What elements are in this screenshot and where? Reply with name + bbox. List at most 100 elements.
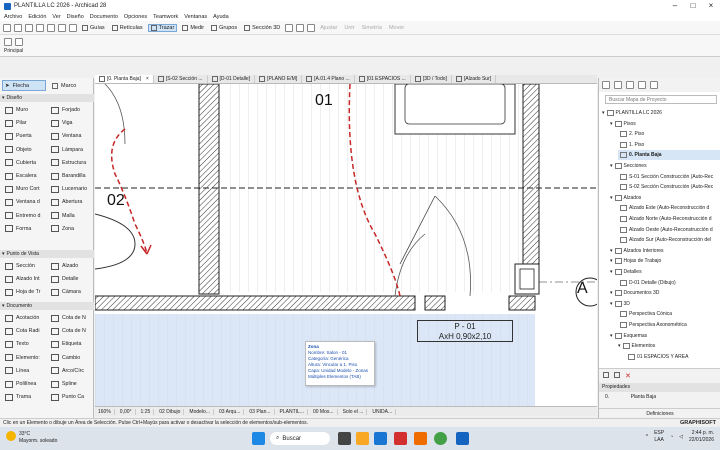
view-tab[interactable]: [S-02 Sección ...	[154, 75, 208, 83]
tool-button[interactable]: Lámpara	[48, 144, 94, 156]
room-number-01[interactable]: 01	[315, 92, 333, 110]
project-map-item[interactable]: 0. Planta Baja	[618, 150, 720, 161]
settings-icon[interactable]	[603, 372, 609, 378]
menu-opciones[interactable]: Opciones	[124, 14, 147, 20]
project-map-item[interactable]: ▾ 3D	[610, 299, 720, 309]
tool-button[interactable]: Cambio	[48, 352, 94, 364]
close-icon[interactable]: ×	[702, 0, 720, 12]
project-map-item[interactable]: ▾ PLANTILLA LC 2026	[602, 108, 720, 118]
project-map-item[interactable]: ▾ Elementos	[618, 341, 720, 351]
tool-button[interactable]: Escalera	[2, 170, 48, 182]
trazar-button[interactable]: Trazar	[147, 23, 178, 32]
tool-button[interactable]: Polilínea	[2, 378, 48, 390]
redo-icon[interactable]	[36, 23, 44, 32]
tool-button[interactable]: Cámara	[48, 286, 94, 298]
properties-header[interactable]: Propiedades	[599, 383, 720, 392]
view-setting-popup[interactable]: 160%	[95, 408, 115, 415]
room-number-02[interactable]: 02	[107, 192, 125, 210]
grupos-button[interactable]: Grupos	[209, 24, 239, 31]
view-setting-popup[interactable]: Modelo...	[186, 408, 214, 415]
project-map-item[interactable]: Perspectiva Cónica	[618, 309, 720, 319]
project-map-item[interactable]: ▾ Secciones	[610, 161, 720, 171]
wifi-icon[interactable]: ◔	[670, 434, 673, 440]
tool-button[interactable]: Puerta	[2, 130, 48, 142]
mover-button[interactable]: Mover	[387, 25, 406, 31]
menu-diseno[interactable]: Diseño	[67, 14, 84, 20]
tool-button[interactable]: Cota de N	[48, 312, 94, 324]
view-setting-popup[interactable]: 03 Plan...	[246, 408, 275, 415]
delete-icon[interactable]: ✕	[625, 372, 631, 380]
tool-button[interactable]: Entremo d	[2, 210, 48, 222]
tool-button[interactable]: Arco/Círc	[48, 365, 94, 377]
publisher-icon[interactable]	[638, 81, 646, 89]
tool-button[interactable]: Viga	[48, 117, 94, 129]
tool-button[interactable]: Alzado Int	[2, 273, 48, 285]
project-map-item[interactable]: Alzado Norte (Auto-Reconstrucción d	[618, 214, 720, 224]
flecha-tool[interactable]: ➤ Flecha	[2, 80, 46, 91]
guias-button[interactable]: Guías	[80, 24, 107, 31]
tool-button[interactable]: Cubierta	[2, 157, 48, 169]
project-map-item[interactable]: Perspectiva Axonométrica	[618, 320, 720, 330]
maximize-icon[interactable]: □	[684, 0, 702, 12]
door-tag[interactable]: P - 01 AxH 0,90x2,10	[417, 320, 513, 342]
view-plan-icon[interactable]	[296, 23, 305, 32]
tool-button[interactable]: Forma	[2, 223, 48, 235]
project-map-item[interactable]: 1. Piso	[618, 140, 720, 150]
view-setting-popup[interactable]: Solo el ...	[340, 408, 368, 415]
standard-icon[interactable]	[4, 38, 12, 46]
tool-button[interactable]: Muro Cort	[2, 183, 48, 195]
weather-widget[interactable]: 33°C Mayorm. soleado	[6, 431, 57, 445]
project-map-item[interactable]: S-02 Sección Construcción (Auto-Rec	[618, 182, 720, 192]
layer-icon[interactable]	[69, 23, 77, 32]
language-indicator[interactable]: ESP LAA	[654, 430, 664, 444]
tool-button[interactable]: Texto	[2, 338, 48, 350]
view-setting-popup[interactable]: 02 Dibujo	[156, 408, 185, 415]
task-view-icon[interactable]	[338, 432, 351, 445]
tool-button[interactable]: Hoja de Tr	[2, 286, 48, 298]
project-map-item[interactable]: 01 ESPACIOS Y AREA	[626, 352, 720, 362]
view-setting-popup[interactable]: 0,00°	[117, 408, 136, 415]
view-setting-popup[interactable]: 03 Arqu...	[216, 408, 245, 415]
project-map-item[interactable]: Alzado Este (Auto-Reconstrucción d	[618, 203, 720, 213]
tool-button[interactable]: Trama	[2, 391, 48, 403]
new-view-icon[interactable]	[614, 372, 620, 378]
toolbox-section-header[interactable]: ▾ Documento	[0, 302, 94, 310]
marco-tool[interactable]: Marco	[50, 80, 94, 91]
view-tab[interactable]: [Alzado Sur]	[452, 75, 497, 83]
project-map-item[interactable]: ▾ Detalles	[610, 267, 720, 277]
chevron-down-icon[interactable]: ▾	[610, 258, 613, 264]
tool-button[interactable]: Elemento:	[2, 352, 48, 364]
tool-button[interactable]: Malla	[48, 210, 94, 222]
view-tab[interactable]: [D-01 Detalle]	[208, 75, 256, 83]
tool-button[interactable]: Etiqueta	[48, 338, 94, 350]
windows-start-icon[interactable]	[252, 432, 265, 445]
chevron-down-icon[interactable]: ▾	[610, 301, 613, 307]
menu-ver[interactable]: Ver	[52, 14, 60, 20]
chevron-down-icon[interactable]: ▾	[610, 333, 613, 339]
tool-button[interactable]: Muro	[2, 104, 48, 116]
tool-button[interactable]: Cota de N	[48, 325, 94, 337]
project-map-item[interactable]: D-01 Detalle (Dibujo)	[618, 278, 720, 288]
tray-chevron-icon[interactable]: ^	[646, 434, 648, 440]
save-icon[interactable]	[3, 23, 11, 32]
tool-button[interactable]: Acotación	[2, 312, 48, 324]
minimize-icon[interactable]: –	[666, 0, 684, 12]
view-tab[interactable]: [PLANO E/M]	[255, 75, 303, 83]
chevron-down-icon[interactable]: ▾	[610, 121, 613, 127]
ajustar-button[interactable]: Ajustar	[318, 25, 339, 31]
view-tab[interactable]: [A.01.4 Plano ...	[302, 75, 355, 83]
edge-icon[interactable]	[374, 432, 387, 445]
chevron-down-icon[interactable]: ▾	[602, 110, 605, 116]
toolbox-section-header[interactable]: ▾ Diseño	[0, 94, 94, 102]
unir-button[interactable]: Unir	[342, 25, 356, 31]
menu-documento[interactable]: Documento	[90, 14, 118, 20]
file-explorer-icon[interactable]	[356, 432, 369, 445]
project-map-item[interactable]: Alzado Oeste (Auto-Reconstrucción d	[618, 225, 720, 235]
tool-button[interactable]: Forjado	[48, 104, 94, 116]
simetria-button[interactable]: Simetría	[359, 25, 383, 31]
seccion3d-button[interactable]: Sección 3D	[242, 24, 282, 31]
chevron-down-icon[interactable]: ▾	[618, 343, 621, 349]
volume-icon[interactable]: ◁	[679, 434, 683, 440]
project-map-item[interactable]: ▾ Alzados	[610, 193, 720, 203]
project-map-item[interactable]: ▾ Alzados Interiores	[610, 246, 720, 256]
